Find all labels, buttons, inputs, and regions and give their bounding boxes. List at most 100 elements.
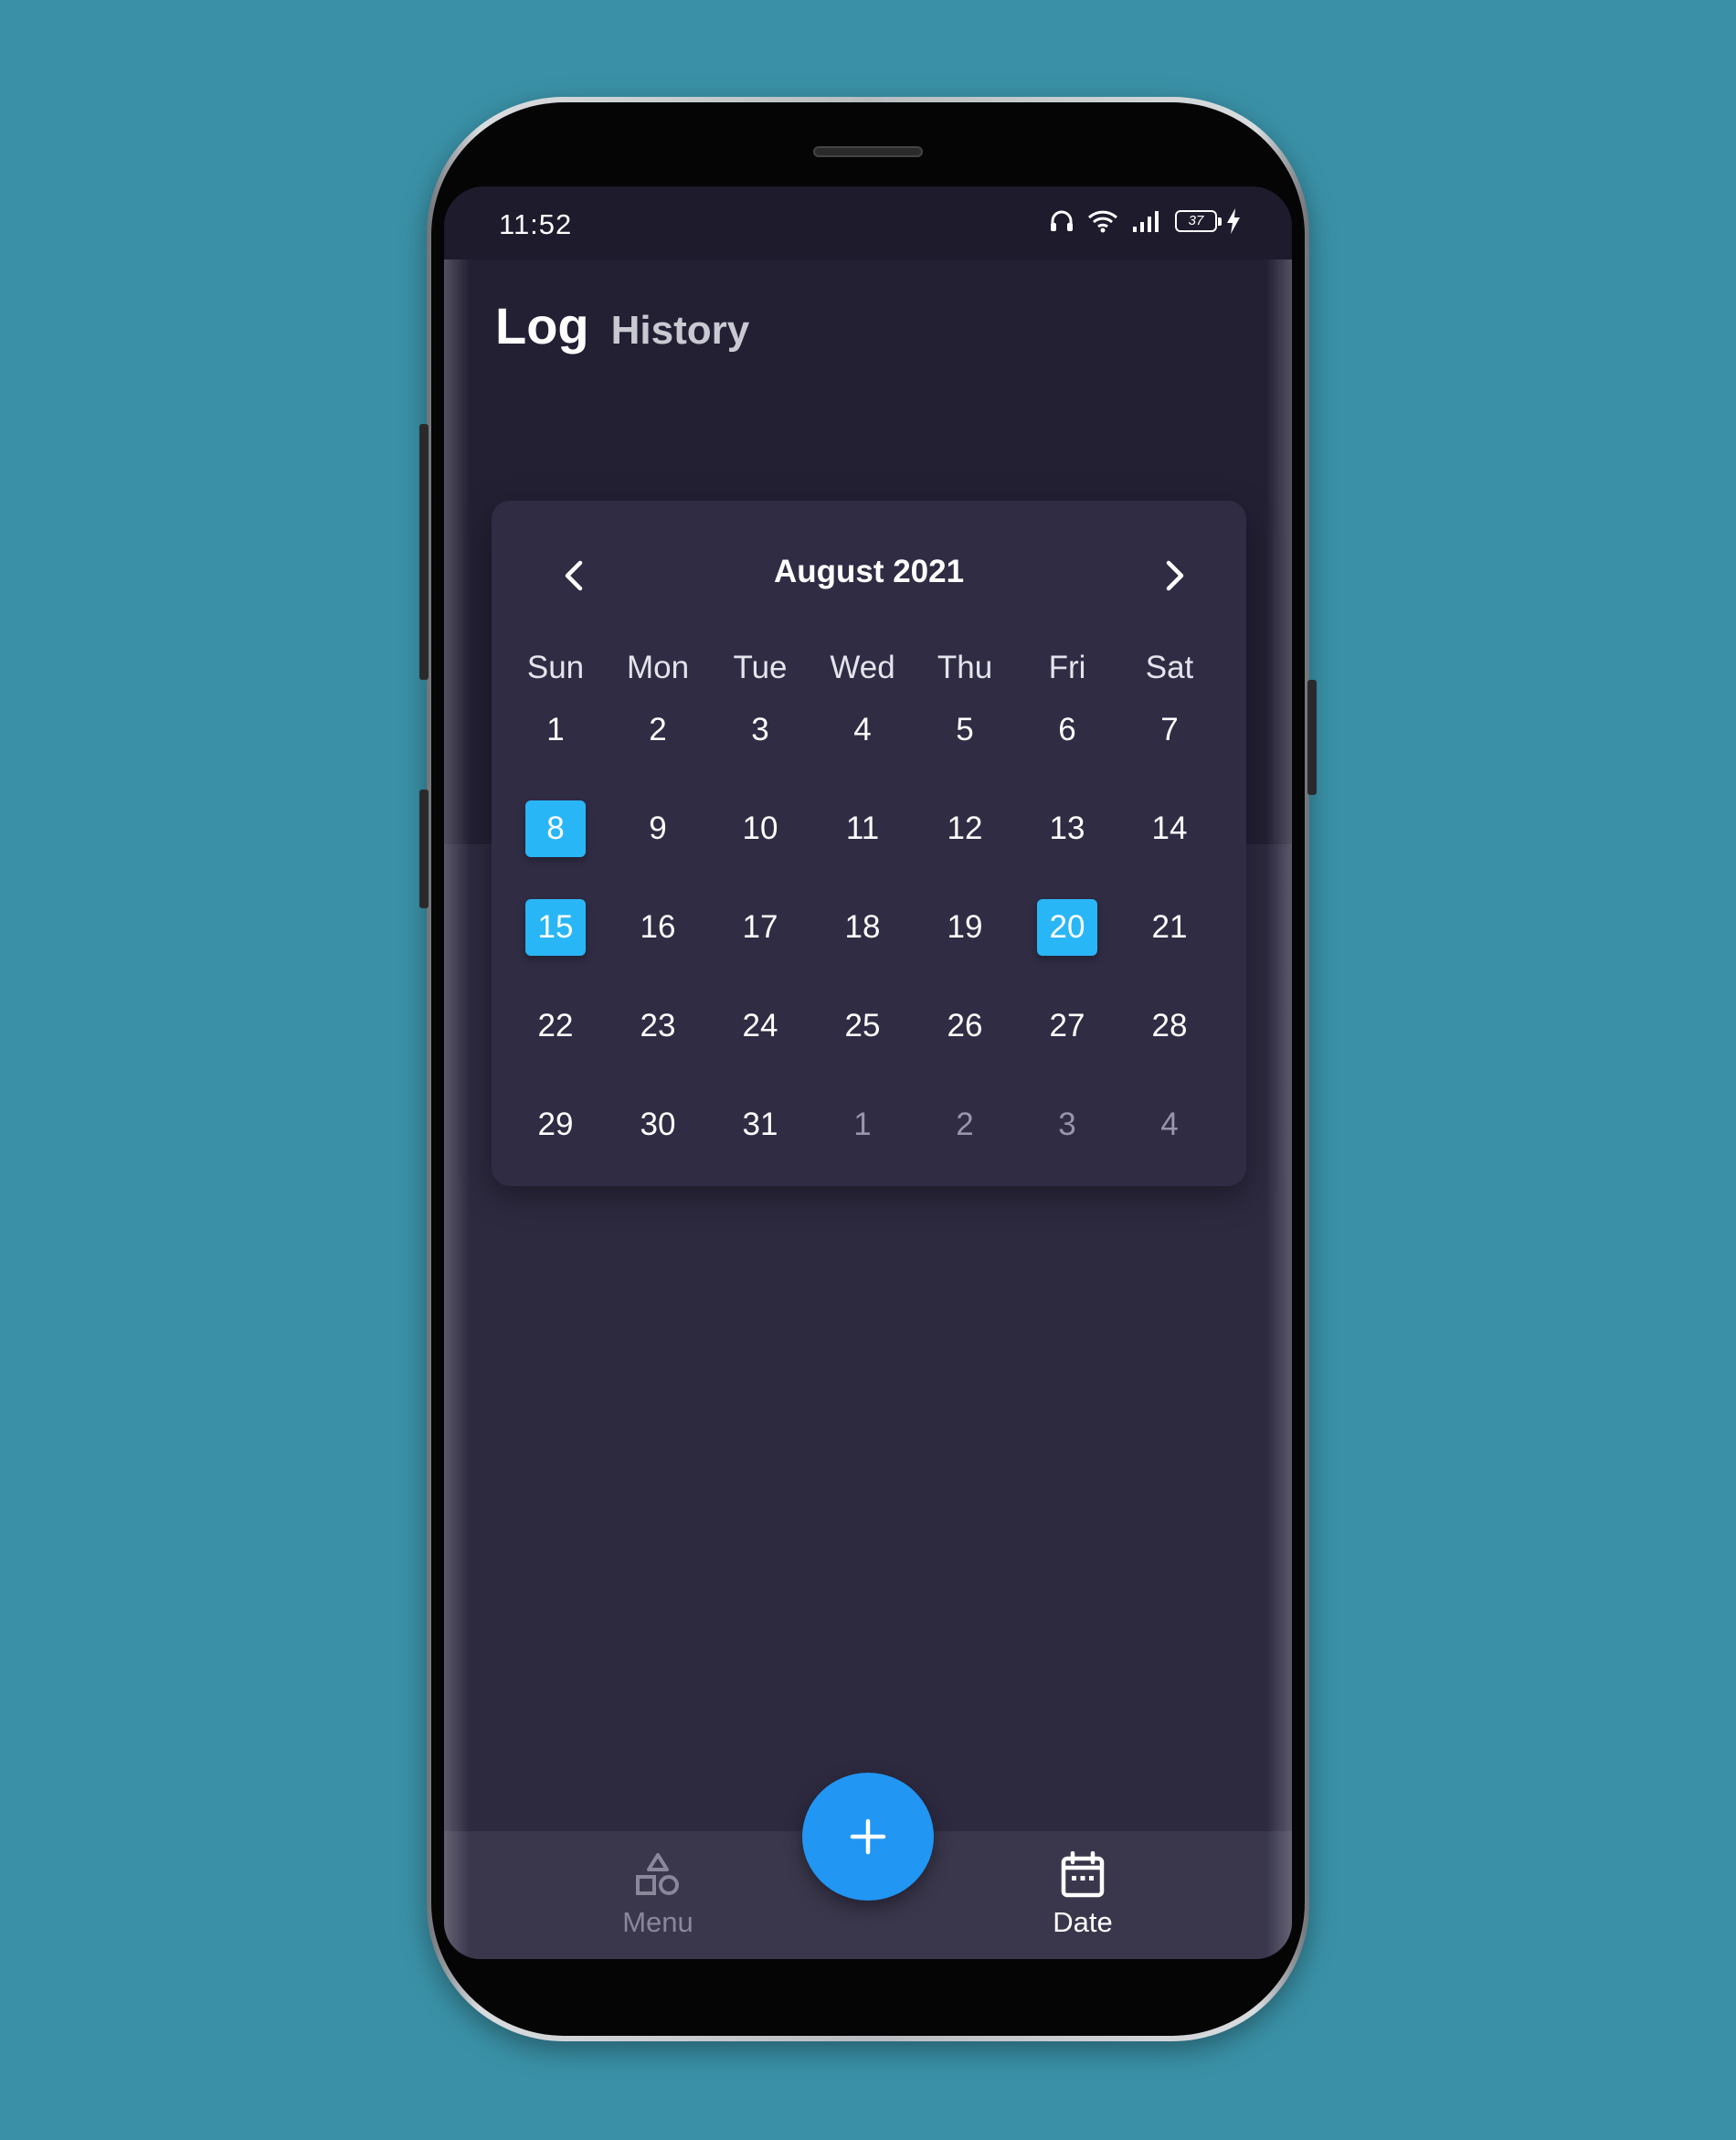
day-number: 25 (844, 1008, 881, 1044)
calendar-day[interactable]: 19 (914, 897, 1016, 958)
calendar-day[interactable]: 13 (1016, 799, 1118, 859)
calendar-day-selected[interactable]: 20 (1016, 897, 1118, 958)
headphones-icon (1049, 209, 1074, 233)
wifi-icon (1087, 209, 1118, 233)
calendar-day[interactable]: 26 (914, 996, 1016, 1056)
day-number: 2 (649, 712, 667, 747)
weekday-label: Wed (830, 650, 895, 685)
day-number: 21 (1151, 909, 1188, 945)
calendar-day[interactable]: 12 (914, 799, 1016, 859)
day-number: 29 (537, 1107, 574, 1142)
day-number: 15 (525, 899, 586, 956)
calendar-day[interactable]: 5 (914, 700, 1016, 760)
nav-label-date: Date (1053, 1906, 1113, 1938)
battery-icon: 37 (1175, 210, 1222, 232)
calendar-day-selected[interactable]: 8 (504, 799, 607, 859)
weekday-header: Sun Mon Tue Wed Thu Fri Sat (504, 645, 1221, 691)
day-number: 2 (956, 1107, 974, 1142)
day-number: 28 (1151, 1008, 1188, 1044)
side-button-volume-down (419, 789, 429, 908)
day-number: 4 (1160, 1107, 1179, 1142)
day-number: 24 (742, 1008, 778, 1044)
calendar-day[interactable]: 27 (1016, 996, 1118, 1056)
calendar-day[interactable]: 4 (811, 700, 914, 760)
add-entry-button[interactable] (802, 1773, 934, 1901)
day-number: 17 (742, 909, 778, 945)
day-number: 8 (525, 800, 586, 857)
chevron-right-icon (1166, 560, 1184, 591)
calendar-day[interactable]: 30 (607, 1095, 709, 1155)
status-bar: 11:52 37 (444, 186, 1292, 260)
calendar-day[interactable]: 31 (709, 1095, 811, 1155)
day-number: 19 (947, 909, 983, 945)
nav-item-menu[interactable]: Menu (585, 1849, 731, 1939)
calendar-day[interactable]: 28 (1118, 996, 1221, 1056)
calendar-day[interactable]: 22 (504, 996, 607, 1056)
calendar-day[interactable]: 9 (607, 799, 709, 859)
weekday-label: Tue (733, 650, 788, 685)
day-number: 10 (742, 810, 778, 846)
calendar-day[interactable]: 2 (607, 700, 709, 760)
day-number: 1 (546, 712, 565, 747)
weekday-label: Fri (1048, 650, 1086, 685)
calendar-day[interactable]: 18 (811, 897, 914, 958)
plus-icon (850, 1818, 886, 1855)
calendar-day[interactable]: 3 (709, 700, 811, 760)
day-number: 9 (649, 810, 667, 846)
charging-icon (1226, 208, 1241, 234)
nav-item-date[interactable]: Date (1010, 1849, 1156, 1939)
calendar-day[interactable]: 25 (811, 996, 914, 1056)
calendar-day-next-month[interactable]: 1 (811, 1095, 914, 1155)
side-button-power (1307, 680, 1317, 795)
calendar-day-next-month[interactable]: 3 (1016, 1095, 1118, 1155)
calendar-week: 22 23 24 25 26 27 28 (504, 996, 1221, 1056)
calendar-day[interactable]: 17 (709, 897, 811, 958)
next-month-button[interactable] (1148, 548, 1202, 603)
calendar-day[interactable]: 21 (1118, 897, 1221, 958)
calendar-day-next-month[interactable]: 2 (914, 1095, 1016, 1155)
weekday-label: Mon (626, 650, 690, 685)
calendar-week: 1 2 3 4 5 6 7 (504, 700, 1221, 760)
day-number: 16 (640, 909, 676, 945)
calendar-day[interactable]: 1 (504, 700, 607, 760)
calendar-day[interactable]: 16 (607, 897, 709, 958)
calendar-day[interactable]: 24 (709, 996, 811, 1056)
status-icons: 37 (1049, 208, 1241, 234)
calendar-month-label: August 2021 (773, 554, 965, 589)
status-time: 11:52 (499, 208, 573, 240)
app-screen: 11:52 37 Log History August 2021 Sun Mon… (444, 186, 1292, 1959)
calendar-week: 29 30 31 1 2 3 4 (504, 1095, 1221, 1155)
day-number: 22 (537, 1008, 574, 1044)
calendar-card: August 2021 Sun Mon Tue Wed Thu Fri Sat … (492, 501, 1246, 1186)
earpiece-speaker (813, 146, 923, 157)
calendar-day[interactable]: 23 (607, 996, 709, 1056)
day-number: 31 (742, 1107, 778, 1142)
calendar-day[interactable]: 14 (1118, 799, 1221, 859)
day-number: 27 (1049, 1008, 1085, 1044)
side-button-volume-up (419, 424, 429, 680)
calendar-week: 8 9 10 11 12 13 14 (504, 799, 1221, 859)
nav-label-menu: Menu (622, 1906, 693, 1938)
day-number: 6 (1058, 712, 1076, 747)
calendar-icon (1059, 1849, 1106, 1901)
page-title: Log (495, 297, 589, 355)
day-number: 5 (956, 712, 974, 747)
day-number: 14 (1151, 810, 1188, 846)
day-number: 12 (947, 810, 983, 846)
page-title-row: Log History (495, 296, 749, 355)
weekday-label: Sat (1145, 650, 1194, 685)
calendar-day[interactable]: 10 (709, 799, 811, 859)
calendar-day[interactable]: 11 (811, 799, 914, 859)
calendar-day[interactable]: 7 (1118, 700, 1221, 760)
signal-icon (1131, 209, 1162, 233)
calendar-day[interactable]: 29 (504, 1095, 607, 1155)
weekday-label: Thu (937, 650, 993, 685)
weekday-label: Sun (526, 650, 585, 685)
day-number: 3 (751, 712, 769, 747)
day-number: 30 (640, 1107, 676, 1142)
day-number: 1 (853, 1107, 872, 1142)
calendar-day[interactable]: 6 (1016, 700, 1118, 760)
calendar-day-selected[interactable]: 15 (504, 897, 607, 958)
day-number: 26 (947, 1008, 983, 1044)
calendar-day-next-month[interactable]: 4 (1118, 1095, 1221, 1155)
